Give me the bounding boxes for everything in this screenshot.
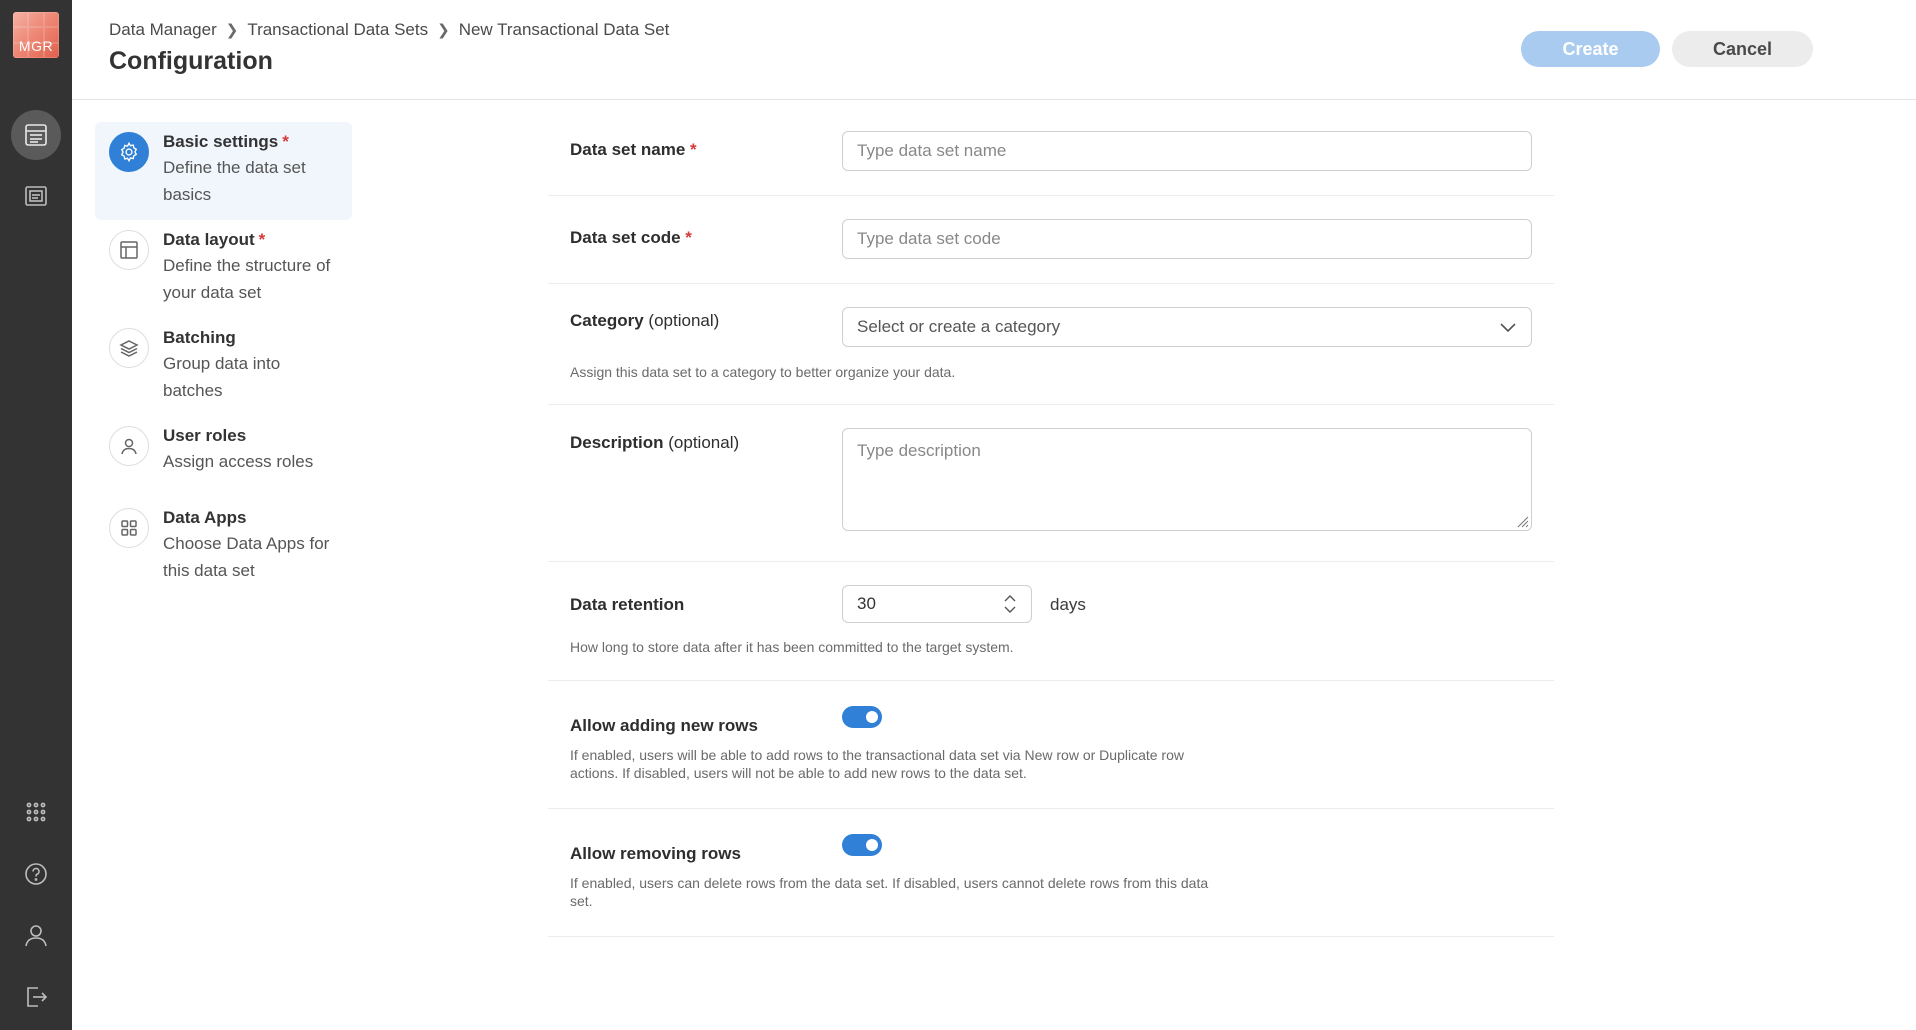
step-description: Choose Data Apps for this data set [163,534,330,580]
reports-icon[interactable] [11,171,61,221]
step-title: Data layout [163,230,255,249]
resize-handle-icon[interactable] [1515,514,1529,528]
form-row-retention: Data retention 30 days How long to store… [548,562,1554,681]
allow-remove-hint: If enabled, users can delete rows from t… [570,875,1209,909]
apps-icon [109,508,149,548]
form-row-allow-remove: Allow removing rows If enabled, users ca… [548,809,1554,937]
stepper-arrows-icon[interactable] [1003,593,1017,615]
breadcrumb-item[interactable]: Transactional Data Sets [247,20,428,40]
apps-grid-icon[interactable] [11,787,61,837]
gear-icon [109,132,149,172]
field-label: Allow removing rows [570,844,741,863]
chevron-right-icon: ❯ [225,22,239,39]
retention-value: 30 [857,594,876,613]
field-label: Data set name * [570,140,697,159]
breadcrumb-item[interactable]: Data Manager [109,20,217,40]
chevron-right-icon: ❯ [437,22,450,39]
description-textarea[interactable]: Type description [842,428,1532,531]
cancel-button[interactable]: Cancel [1672,31,1813,67]
allow-add-hint: If enabled, users will be able to add ro… [570,747,1184,781]
field-label: Data set code * [570,228,692,247]
step-title: Basic settings [163,132,279,151]
field-label: Category (optional) [570,311,720,330]
logout-icon[interactable] [11,972,61,1022]
category-hint: Assign this data set to a category to be… [570,364,956,380]
retention-unit: days [1050,595,1086,614]
retention-number-input[interactable]: 30 [842,585,1032,623]
required-marker: * [258,230,266,249]
step-title: Data Apps [163,508,247,527]
step-description: Define the structure of your data set [163,256,331,302]
step-description: Define the data set basics [163,158,306,204]
page-title: Configuration [109,47,273,75]
user-icon[interactable] [11,910,61,960]
user-icon [109,426,149,466]
data-set-name-input[interactable]: Type data set name [842,131,1532,171]
category-select[interactable]: Select or create a category [842,307,1532,347]
form-row-description: Description (optional) Type description [548,405,1554,562]
field-label: Data retention [570,595,685,614]
step-title: User roles [163,426,247,445]
chevron-down-icon [1500,323,1516,333]
step-data-apps[interactable]: Data Apps Choose Data Apps for this data… [95,498,352,596]
allow-add-rows-toggle[interactable] [842,706,882,728]
form-row-code: Data set code * Type data set code [548,196,1554,284]
data-set-code-input[interactable]: Type data set code [842,219,1532,259]
steps-nav: Basic settings * Define the data set basi… [95,122,352,596]
retention-hint: How long to store data after it has been… [570,639,1014,655]
layers-icon [109,328,149,368]
app-logo[interactable]: MGR [13,12,59,58]
step-data-layout[interactable]: Data layout * Define the structure of you… [95,220,352,318]
create-button[interactable]: Create [1521,31,1660,67]
breadcrumb: Data Manager ❯ Transactional Data Sets ❯… [109,20,669,40]
form-row-category: Category (optional) Select or create a c… [548,284,1554,405]
configuration-form: Data set name * Type data set name Data … [548,100,1554,937]
step-batching[interactable]: Batching Group data into batches [95,318,352,416]
breadcrumb-item: New Transactional Data Set [458,20,670,39]
step-title: Batching [163,328,236,347]
field-label: Description (optional) [570,433,740,452]
step-description: Assign access roles [163,452,314,471]
allow-remove-rows-toggle[interactable] [842,834,882,856]
form-row-allow-add: Allow adding new rows If enabled, users … [548,681,1554,809]
data-sets-icon[interactable] [11,110,61,160]
category-select-value: Select or create a category [857,317,1061,336]
help-icon[interactable] [11,849,61,899]
logo-text: MGR [18,38,54,54]
left-rail: MGR [0,0,72,1030]
form-row-name: Data set name * Type data set name [548,100,1554,196]
layout-icon [109,230,149,270]
description-placeholder: Type description [857,441,981,460]
step-description: Group data into batches [163,354,281,400]
required-marker: * [282,132,289,151]
field-label: Allow adding new rows [570,716,758,735]
step-basic-settings[interactable]: Basic settings * Define the data set basi… [95,122,352,220]
step-user-roles[interactable]: User roles Assign access roles [95,416,352,498]
